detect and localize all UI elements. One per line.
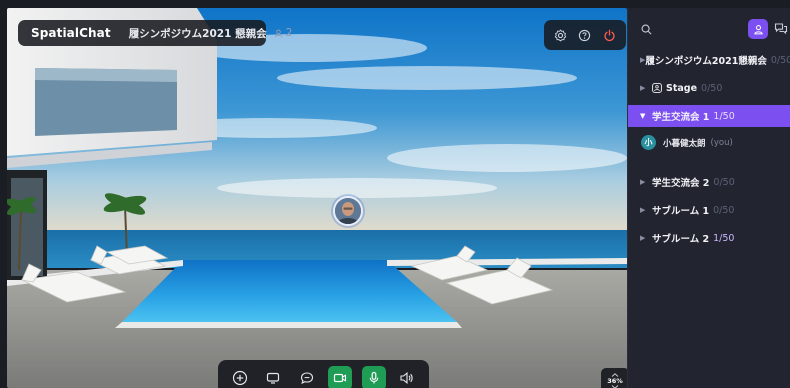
room-item-count: 1/50 (713, 110, 735, 122)
user-icon (274, 29, 282, 37)
stage-view[interactable]: SpatialChat 履シンポジウム2021 懇親会 2 36% (7, 8, 627, 388)
avatar: 小 (641, 135, 656, 150)
room-item-label: サブルーム 1 (652, 206, 710, 217)
room-header: SpatialChat 履シンポジウム2021 懇親会 2 (18, 20, 292, 46)
screen-share-button[interactable] (261, 366, 285, 388)
help-icon (579, 29, 591, 41)
add-icon (232, 370, 248, 386)
screen-share-icon (267, 372, 280, 384)
chat-button[interactable] (295, 366, 319, 388)
room-item-student-2[interactable]: ▶ 学生交流会 2 0/50 (628, 171, 790, 193)
room-item-count: 0/50 (770, 54, 790, 66)
chat-bubbles-icon[interactable] (774, 22, 788, 35)
room-item-main[interactable]: ▶ 履シンポジウム2021懇親会 0/50 (628, 49, 790, 71)
zoom-control[interactable]: 36% (601, 368, 627, 388)
zoom-level: 36% (607, 377, 623, 385)
search-icon[interactable] (641, 24, 652, 35)
member-you-tag: (you) (710, 137, 733, 148)
room-item-label: Stage (666, 82, 698, 94)
speaker-icon (400, 372, 414, 384)
member-item[interactable]: 小 小暮健太朗 (you) (641, 135, 733, 150)
background-scene (7, 8, 627, 388)
room-item-label: 学生交流会 2 (652, 178, 710, 189)
room-item-stage[interactable]: ▶ Stage 0/50 (628, 77, 790, 99)
room-item-count: 0/50 (713, 176, 735, 188)
camera-icon (334, 373, 347, 383)
chat-icon (300, 372, 313, 385)
member-name: 小暮健太朗 (663, 138, 706, 149)
sidebar-header (628, 8, 790, 52)
room-item-label: 履シンポジウム2021懇親会 (645, 56, 767, 67)
camera-button[interactable] (328, 366, 353, 388)
room-item-sub-2[interactable]: ▶ サブルーム 2 1/50 (628, 227, 790, 249)
leave-button[interactable] (600, 25, 620, 45)
stage-icon (652, 83, 662, 93)
bottom-toolbar (218, 360, 429, 388)
room-item-count: 0/50 (713, 204, 735, 216)
power-icon (604, 29, 615, 41)
room-item-label: サブルーム 2 (652, 234, 710, 245)
room-item-sub-1[interactable]: ▶ サブルーム 1 0/50 (628, 199, 790, 221)
chevron-right-icon: ▶ (640, 178, 646, 186)
speaker-button[interactable] (395, 366, 419, 388)
room-item-count: 1/50 (713, 232, 735, 244)
rooms-sidebar: ▶ 履シンポジウム2021懇親会 0/50 ▶ Stage 0/50 ▼ 学生交… (627, 8, 790, 388)
add-button[interactable] (228, 366, 252, 388)
microphone-icon (369, 371, 378, 384)
participant-count-value: 2 (285, 27, 293, 39)
top-controls (544, 20, 626, 50)
microphone-button[interactable] (361, 366, 386, 388)
user-avatar-bubble[interactable] (333, 196, 363, 226)
room-item-student-1[interactable]: ▼ 学生交流会 1 1/50 (628, 105, 790, 127)
chevron-right-icon: ▶ (640, 206, 646, 214)
settings-icon (554, 28, 567, 41)
chevron-right-icon: ▶ (640, 234, 646, 242)
brand-name: SpatialChat (31, 26, 111, 40)
people-tab-button[interactable] (748, 19, 768, 39)
chevron-down-icon: ▼ (640, 112, 646, 120)
avatar-photo (335, 198, 361, 224)
room-title: 履シンポジウム2021 懇親会 (128, 27, 267, 40)
user-icon (753, 24, 763, 34)
room-item-label: 学生交流会 1 (652, 112, 710, 123)
chevron-right-icon: ▶ (640, 84, 646, 92)
participant-count: 2 (274, 27, 293, 39)
help-button[interactable] (575, 25, 595, 45)
room-item-count: 0/50 (701, 82, 723, 94)
settings-button[interactable] (550, 25, 570, 45)
